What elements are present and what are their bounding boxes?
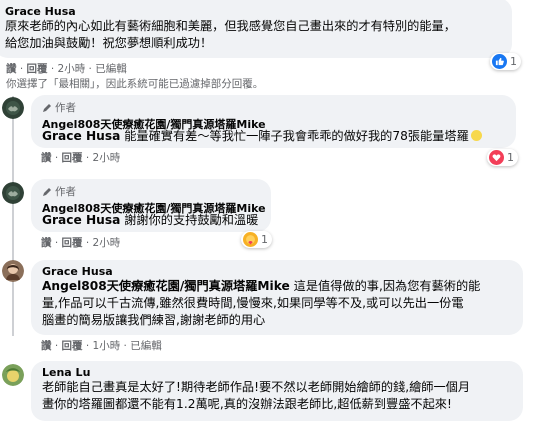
mention-link[interactable]: Grace Husa [42,129,120,143]
reaction-summary[interactable]: 1 [241,231,272,248]
comment-author[interactable]: Grace Husa [5,5,76,18]
reply-link[interactable]: 回覆 [62,152,83,164]
comment-text-line: 原來老師的內心如此有藝術細胞和美麗，但我感覺您自己畫出來的才有特別的能量， [5,19,456,33]
reaction-count: 1 [510,55,517,68]
author-badge: 作者 [42,100,76,115]
comment-actions: 讚 · 回覆 · 2小時 · 已編輯 [6,63,127,75]
comment-text-line: 腦畫的簡易版讓我們練習,謝謝老師的用心 [42,313,266,327]
timestamp[interactable]: 2小時 [93,237,121,249]
mention-link[interactable]: Angel808天使療癒花園/獨門真源塔羅Mike [42,279,290,293]
like-link[interactable]: 讚 [41,340,52,352]
user-avatar[interactable] [2,364,24,386]
edited-label: 已編輯 [95,63,127,75]
author-badge: 作者 [42,184,76,199]
like-link[interactable]: 讚 [41,237,52,249]
smile-emoji-icon [470,130,482,141]
like-reaction-icon [492,54,507,69]
like-link[interactable]: 讚 [6,63,17,75]
care-reaction-icon [243,232,258,247]
pen-icon [43,187,51,196]
comment-text-line: 老師能自己畫真是太好了!期待老師作品!要不然以老師開始繪師的錢,繪師一個月 [42,380,471,394]
comment-bubble: 作者 Angel808天使療癒花園/獨門真源塔羅Mike Grace Husa … [31,179,271,232]
timestamp[interactable]: 1小時 [93,340,121,352]
edited-label: 已編輯 [130,340,162,352]
comment-author[interactable]: Lena Lu [42,366,90,379]
thread-line [12,96,14,336]
author-avatar[interactable] [2,182,24,204]
comment-text: Grace Husa 謝謝你的支持鼓勵和溫暖 [42,213,259,227]
reply-link[interactable]: 回覆 [62,237,83,249]
comment-text-line: 量,作品可以千古流傳,雖然很費時間,慢慢來,如果同學等不及,或可以先出一份電 [42,296,464,310]
comment-text: Grace Husa 能量確實有差～等我忙一陣子我會乖乖的做好我的78張能量塔羅 [42,128,482,145]
reply-link[interactable]: 回覆 [27,63,48,75]
author-avatar[interactable] [2,97,24,119]
comment-actions: 讚 · 回覆 · 2小時 [41,237,121,249]
comment-text-line: 給您加油與鼓勵！祝您夢想順利成功！ [5,36,213,50]
comment-text-line: 畫你的塔羅圖都還不能有1.2萬呢,真的沒辦法跟老師比,超低薪到豐盛不起來! [42,397,452,411]
mention-link[interactable]: Grace Husa [42,213,120,227]
comment-author[interactable]: Grace Husa [42,265,113,278]
user-avatar[interactable] [2,260,24,282]
reply-link[interactable]: 回覆 [62,340,83,352]
reaction-summary[interactable]: 1 [490,53,521,70]
comment-actions: 讚 · 回覆 · 1小時 · 已編輯 [41,340,162,352]
reaction-count: 1 [261,233,268,246]
comment-bubble: Lena Lu 老師能自己畫真是太好了!期待老師作品!要不然以老師開始繪師的錢,… [31,361,523,421]
pen-icon [43,103,51,112]
reaction-count: 1 [507,151,514,164]
comment-bubble: 作者 Angel808天使療癒花園/獨門真源塔羅Mike Grace Husa … [31,95,516,148]
comment-bubble: Grace Husa 原來老師的內心如此有藝術細胞和美麗，但我感覺您自己畫出來的… [0,0,512,58]
comment-actions: 讚 · 回覆 · 2小時 [41,152,121,164]
timestamp[interactable]: 2小時 [93,152,121,164]
like-link[interactable]: 讚 [41,152,52,164]
love-reaction-icon [489,150,504,165]
filter-note: 你選擇了「最相關」，因此系統可能已過濾掉部分回覆。 [6,78,264,90]
comment-bubble: Grace Husa Angel808天使療癒花園/獨門真源塔羅Mike 這是值… [31,260,523,335]
reaction-summary[interactable]: 1 [487,149,518,166]
timestamp[interactable]: 2小時 [58,63,86,75]
comment-text-line: Angel808天使療癒花園/獨門真源塔羅Mike 這是值得做的事,因為您有藝術… [42,279,481,293]
